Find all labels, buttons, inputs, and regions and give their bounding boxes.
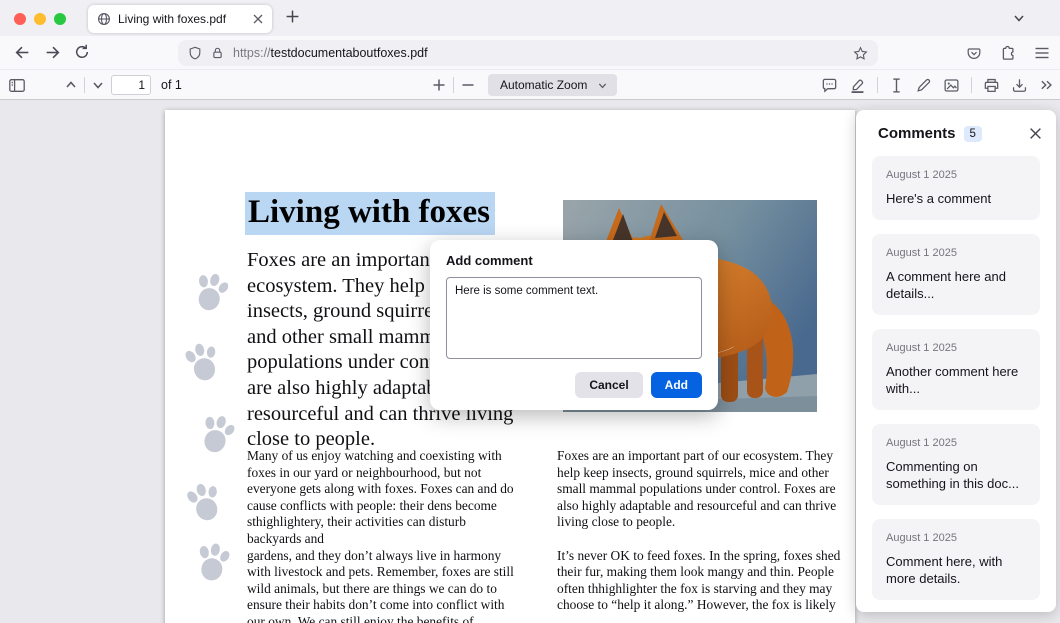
print-icon[interactable] bbox=[983, 77, 1000, 94]
globe-icon bbox=[97, 12, 111, 26]
list-all-tabs-chevron-icon[interactable] bbox=[1012, 11, 1026, 25]
tab-close-icon[interactable] bbox=[253, 14, 263, 24]
navigation-bar: https://testdocumentaboutfoxes.pdf bbox=[0, 36, 1060, 70]
url-bar[interactable]: https://testdocumentaboutfoxes.pdf bbox=[178, 40, 878, 66]
comment-card[interactable]: August 1 2025 A comment here and details… bbox=[872, 234, 1040, 315]
browser-window: Living with foxes.pdf bbox=[0, 0, 1060, 623]
add-button[interactable]: Add bbox=[651, 372, 702, 398]
pocket-icon[interactable] bbox=[966, 46, 982, 61]
comment-date: August 1 2025 bbox=[886, 532, 1026, 544]
comment-card[interactable]: August 1 2025 Here's a comment bbox=[872, 156, 1040, 220]
window-minimize-button[interactable] bbox=[34, 13, 46, 25]
chevron-down-icon bbox=[597, 80, 608, 91]
forward-button[interactable] bbox=[44, 44, 61, 61]
tab-bar: Living with foxes.pdf bbox=[0, 0, 1060, 36]
page-number-input[interactable] bbox=[111, 75, 151, 95]
paw-print-icon bbox=[191, 409, 242, 461]
comment-textarea[interactable]: Here is some comment text. bbox=[446, 277, 702, 359]
comment-date: August 1 2025 bbox=[886, 437, 1026, 449]
comments-count-badge: 5 bbox=[964, 126, 982, 142]
image-tool-icon[interactable] bbox=[943, 77, 960, 94]
comment-text: Another comment here with... bbox=[886, 363, 1026, 397]
shield-icon[interactable] bbox=[188, 46, 202, 60]
comments-panel-title: Comments bbox=[878, 125, 956, 142]
lock-icon[interactable] bbox=[211, 46, 224, 60]
paw-print-icon bbox=[179, 338, 228, 388]
document-column-left: Many of us enjoy watching and coexisting… bbox=[247, 448, 519, 623]
comments-list: August 1 2025 Here's a comment August 1 … bbox=[856, 154, 1056, 602]
save-download-icon[interactable] bbox=[1011, 77, 1028, 94]
comment-text: Commenting on something in this doc... bbox=[886, 458, 1026, 492]
free-text-tool-icon[interactable] bbox=[889, 77, 904, 94]
comment-date: August 1 2025 bbox=[886, 169, 1026, 181]
comment-tool-icon[interactable] bbox=[821, 77, 838, 94]
comments-panel: Comments 5 August 1 2025 Here's a commen… bbox=[856, 110, 1056, 612]
comment-text: Comment here, with more details. bbox=[886, 553, 1026, 587]
paw-print-icon bbox=[180, 477, 230, 528]
page-count-label: of 1 bbox=[161, 78, 182, 92]
new-tab-button[interactable] bbox=[285, 9, 300, 24]
back-button[interactable] bbox=[14, 44, 31, 61]
comment-card[interactable]: August 1 2025 Commenting on something in… bbox=[872, 424, 1040, 505]
add-comment-dialog: Add comment Here is some comment text. C… bbox=[430, 240, 718, 410]
comment-card[interactable]: August 1 2025 Comment here, with more de… bbox=[872, 519, 1040, 600]
window-close-button[interactable] bbox=[14, 13, 26, 25]
nav-right-buttons bbox=[966, 36, 1050, 70]
sidebar-toggle-icon[interactable] bbox=[8, 77, 26, 94]
comment-card[interactable]: August 1 2025 Another comment here with.… bbox=[872, 329, 1040, 410]
paw-print-icon bbox=[190, 539, 237, 587]
url-text: https://testdocumentaboutfoxes.pdf bbox=[233, 46, 428, 60]
comment-date: August 1 2025 bbox=[886, 247, 1026, 259]
window-zoom-button[interactable] bbox=[54, 13, 66, 25]
zoom-in-icon[interactable] bbox=[432, 78, 446, 92]
cancel-button[interactable]: Cancel bbox=[575, 372, 642, 398]
previous-page-chevron-icon[interactable] bbox=[64, 78, 78, 92]
next-page-chevron-icon[interactable] bbox=[91, 78, 105, 92]
comment-text: Here's a comment bbox=[886, 190, 1026, 207]
reload-button[interactable] bbox=[74, 44, 90, 60]
more-tools-chevrons-icon[interactable] bbox=[1039, 78, 1054, 92]
extensions-puzzle-icon[interactable] bbox=[1000, 45, 1016, 61]
draw-pencil-tool-icon[interactable] bbox=[915, 77, 932, 94]
zoom-select-value: Automatic Zoom bbox=[500, 78, 587, 92]
pdf-toolbar: of 1 Automatic Zoom bbox=[0, 70, 1060, 100]
tab-title: Living with foxes.pdf bbox=[118, 12, 253, 26]
document-column-right: Foxes are an important part of our ecosy… bbox=[557, 448, 849, 614]
comments-panel-close-icon[interactable] bbox=[1029, 127, 1042, 140]
add-comment-dialog-title: Add comment bbox=[446, 253, 702, 268]
bookmark-star-icon[interactable] bbox=[853, 46, 868, 61]
document-title-highlighted: Living with foxes bbox=[245, 192, 495, 235]
menu-hamburger-icon[interactable] bbox=[1034, 46, 1050, 60]
highlight-tool-icon[interactable] bbox=[849, 77, 866, 94]
zoom-select[interactable]: Automatic Zoom bbox=[488, 74, 617, 96]
comment-text: A comment here and details... bbox=[886, 268, 1026, 302]
zoom-out-icon[interactable] bbox=[461, 78, 475, 92]
paw-print-icon bbox=[186, 267, 236, 318]
tab-living-with-foxes[interactable]: Living with foxes.pdf bbox=[88, 5, 272, 33]
comment-date: August 1 2025 bbox=[886, 342, 1026, 354]
